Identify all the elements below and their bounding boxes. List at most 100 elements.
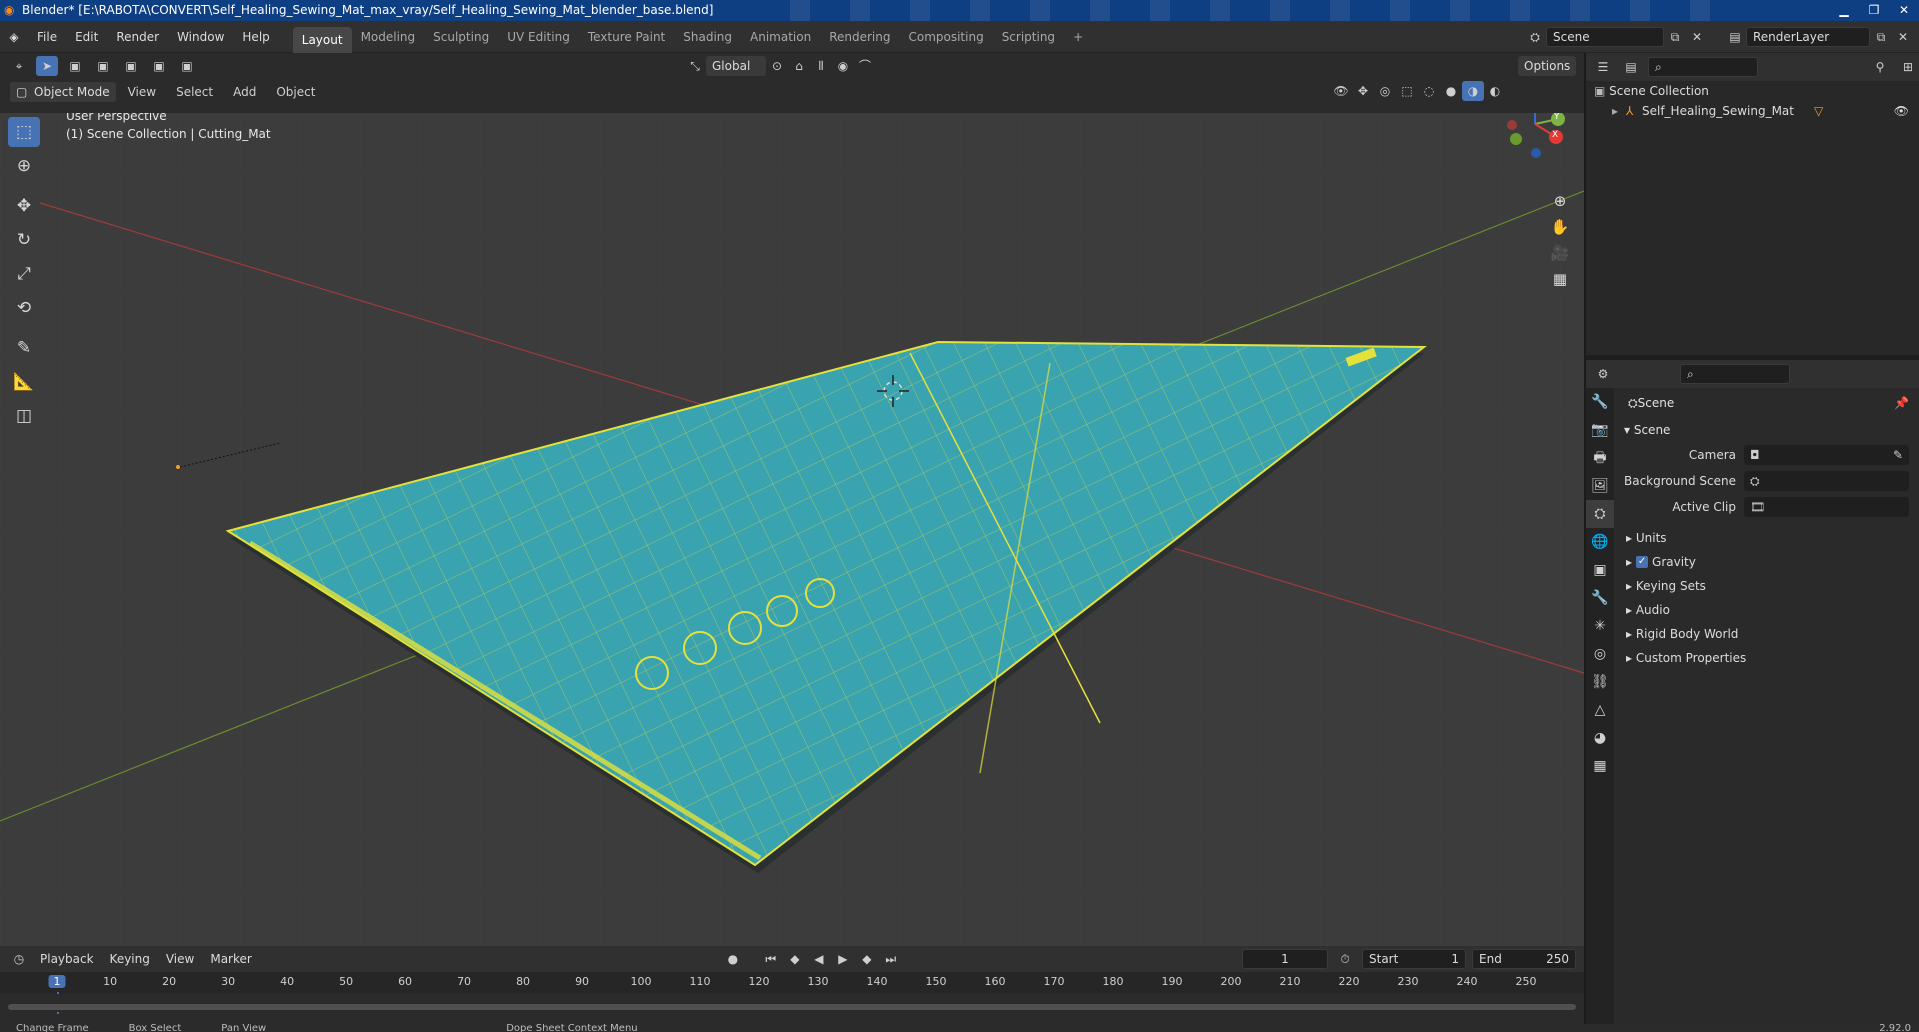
section-units[interactable]: ▸ Units	[1620, 526, 1919, 550]
wireframe-shading-icon[interactable]: ◌	[1418, 81, 1440, 101]
renderlayer-field[interactable]: RenderLayer	[1746, 27, 1870, 47]
next-keyframe-icon[interactable]: ◆	[856, 949, 878, 969]
options-button[interactable]: Options	[1518, 56, 1577, 76]
menu-object[interactable]: Object	[268, 85, 323, 99]
outliner-row-scene-collection[interactable]: ▣ Scene Collection	[1586, 81, 1919, 101]
current-frame-field[interactable]: 1	[1242, 949, 1328, 969]
scene-tab-icon[interactable]: ⛭	[1586, 500, 1614, 528]
material-shading-icon[interactable]: ◑	[1462, 81, 1484, 101]
cursor-tool-icon[interactable]: ⊕	[8, 151, 40, 181]
constraints-tab-icon[interactable]: ⛓	[1586, 668, 1614, 696]
add-cube-tool-icon[interactable]: ◫	[8, 401, 40, 431]
delete-renderlayer-icon[interactable]: ✕	[1892, 27, 1914, 47]
menu-select[interactable]: Select	[168, 85, 221, 99]
tab-rendering[interactable]: Rendering	[820, 21, 899, 53]
physics-tab-icon[interactable]: ◎	[1586, 640, 1614, 668]
play-reverse-icon[interactable]: ◀	[808, 949, 830, 969]
xray-icon[interactable]: ⬚	[1396, 81, 1418, 101]
menu-file[interactable]: File	[28, 21, 66, 53]
display-mode-icon[interactable]: ▤	[1620, 57, 1642, 77]
tab-texture-paint[interactable]: Texture Paint	[579, 21, 674, 53]
object-tab-icon[interactable]: ▣	[1586, 556, 1614, 584]
timeline-editor-icon[interactable]: ◷	[8, 949, 30, 969]
view-layer-tab-icon[interactable]: 🖼	[1586, 472, 1614, 500]
filter-icon[interactable]: ⚲	[1869, 57, 1891, 77]
section-scene[interactable]: ▾ Scene	[1620, 418, 1919, 442]
tab-scripting[interactable]: Scripting	[993, 21, 1064, 53]
tab-animation[interactable]: Animation	[741, 21, 820, 53]
section-audio[interactable]: ▸ Audio	[1620, 598, 1919, 622]
prev-keyframe-icon[interactable]: ◆	[784, 949, 806, 969]
3d-viewport[interactable]: ⬚ ⊕ ✥ ↻ ⤢ ⟲ ✎ 📐 ◫ User Perspective (1) S…	[0, 113, 1584, 946]
timeline-track[interactable]	[0, 994, 1584, 1012]
select-extend-icon[interactable]: ▣	[92, 56, 114, 76]
scene-icon[interactable]: ⛭	[1524, 27, 1546, 47]
tool-tab-icon[interactable]: 🔧	[1586, 388, 1614, 416]
measure-tool-icon[interactable]: 📐	[8, 367, 40, 397]
properties-search-input[interactable]: ⌕	[1680, 364, 1790, 384]
particles-tab-icon[interactable]: ✳	[1586, 612, 1614, 640]
object-data-icon[interactable]: ▽	[1814, 101, 1823, 121]
select-subtract-icon[interactable]: ▣	[120, 56, 142, 76]
jump-end-icon[interactable]: ⏭	[880, 949, 902, 969]
tab-uv-editing[interactable]: UV Editing	[498, 21, 579, 53]
menu-add[interactable]: Add	[225, 85, 264, 99]
stopwatch-icon[interactable]: ⏱	[1334, 949, 1356, 969]
new-scene-icon[interactable]: ⧉	[1664, 27, 1686, 47]
pin-icon[interactable]: 📌	[1894, 388, 1909, 418]
eyedropper-icon[interactable]: ✎	[1893, 445, 1903, 465]
tab-sculpting[interactable]: Sculpting	[424, 21, 498, 53]
modifier-tab-icon[interactable]: 🔧	[1586, 584, 1614, 612]
background-scene-field[interactable]: ⛭	[1744, 471, 1909, 491]
output-tab-icon[interactable]: 🖶	[1586, 444, 1614, 472]
visibility-eye-icon[interactable]: 👁	[1894, 101, 1909, 121]
transform-orientation-dropdown[interactable]: Global	[706, 56, 766, 76]
end-frame-field[interactable]: End 250	[1472, 949, 1576, 969]
gravity-checkbox[interactable]: ✓	[1636, 556, 1649, 568]
texture-tab-icon[interactable]: ▦	[1586, 752, 1614, 780]
rotate-tool-icon[interactable]: ↻	[8, 225, 40, 255]
outliner-row-object[interactable]: ▸ ⅄ Self_Healing_Sewing_Mat ▽ 👁	[1586, 101, 1919, 121]
add-workspace-button[interactable]: +	[1064, 21, 1092, 53]
editor-type-icon[interactable]: ⌖	[8, 56, 30, 76]
falloff-icon[interactable]: ⌒	[854, 56, 876, 76]
move-tool-icon[interactable]: ✥	[8, 191, 40, 221]
scale-tool-icon[interactable]: ⤢	[8, 259, 40, 289]
timeline-ruler[interactable]: 1 10 20 30 40 50 60 70 80 90 100 110 120 130 140 150 160…	[0, 972, 1584, 1014]
menu-render[interactable]: Render	[107, 21, 168, 53]
delete-scene-icon[interactable]: ✕	[1686, 27, 1708, 47]
gizmo-icon[interactable]: ✥	[1352, 81, 1374, 101]
tab-compositing[interactable]: Compositing	[899, 21, 992, 53]
snap-icon[interactable]: ⌂	[788, 56, 810, 76]
camera-field[interactable]: ◘ ✎	[1744, 445, 1909, 465]
select-tool-icon[interactable]: ➤	[36, 56, 58, 76]
section-gravity[interactable]: ▸ ✓ Gravity	[1620, 550, 1919, 574]
render-tab-icon[interactable]: 📷	[1586, 416, 1614, 444]
select-intersect-icon[interactable]: ▣	[148, 56, 170, 76]
outliner-editor-icon[interactable]: ☰	[1592, 57, 1614, 77]
menu-edit[interactable]: Edit	[66, 21, 107, 53]
material-tab-icon[interactable]: ◕	[1586, 724, 1614, 752]
tab-layout[interactable]: Layout	[292, 26, 352, 53]
zoom-icon[interactable]: ⊕	[1547, 188, 1573, 214]
menu-view[interactable]: View	[120, 85, 164, 99]
tab-modeling[interactable]: Modeling	[352, 21, 425, 53]
maximize-icon[interactable]: ❐	[1859, 0, 1889, 21]
outliner-search-input[interactable]: ⌕	[1648, 57, 1758, 77]
jump-start-icon[interactable]: ⏮	[760, 949, 782, 969]
menu-playback[interactable]: Playback	[34, 949, 100, 969]
world-tab-icon[interactable]: 🌐	[1586, 528, 1614, 556]
camera-view-icon[interactable]: 🎥	[1547, 240, 1573, 266]
section-custom-properties[interactable]: ▸ Custom Properties	[1620, 646, 1919, 670]
menu-help[interactable]: Help	[233, 21, 278, 53]
rendered-shading-icon[interactable]: ◐	[1484, 81, 1506, 101]
renderlayer-icon[interactable]: ▤	[1724, 27, 1746, 47]
perspective-toggle-icon[interactable]: ▦	[1547, 266, 1573, 292]
pan-hand-icon[interactable]: ✋	[1547, 214, 1573, 240]
menu-marker[interactable]: Marker	[204, 949, 257, 969]
section-rigid-body-world[interactable]: ▸ Rigid Body World	[1620, 622, 1919, 646]
select-invert-icon[interactable]: ▣	[176, 56, 198, 76]
properties-editor-icon[interactable]: ⚙	[1592, 364, 1614, 384]
menu-window[interactable]: Window	[168, 21, 233, 53]
visibility-icon[interactable]: 👁	[1330, 81, 1352, 101]
